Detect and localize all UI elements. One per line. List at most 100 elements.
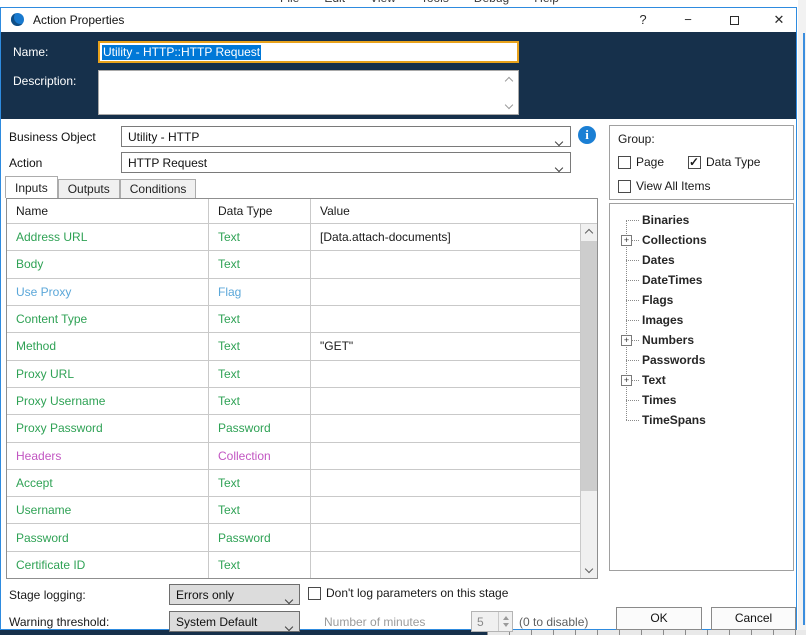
cell-type: Text <box>209 224 311 251</box>
maximize-icon[interactable] <box>719 8 749 32</box>
table-row[interactable]: Headers Collection <box>7 442 580 470</box>
checkbox-row-data-type[interactable]: Data Type <box>688 155 760 169</box>
table-row[interactable]: Address URL Text [Data.attach-documents] <box>7 224 580 252</box>
table-row[interactable]: Username Text <box>7 497 580 525</box>
business-object-dropdown[interactable]: Utility - HTTP <box>121 126 571 147</box>
cell-value[interactable] <box>311 552 580 578</box>
cell-value[interactable] <box>311 524 580 550</box>
table-scrollbar[interactable] <box>580 224 597 578</box>
warning-threshold-dropdown[interactable]: System Default <box>169 611 300 632</box>
cell-type: Text <box>209 360 311 387</box>
inputs-table-header: Name Data Type Value <box>7 199 597 224</box>
action-value: HTTP Request <box>128 155 208 170</box>
table-row[interactable]: Method Text "GET" <box>7 333 580 361</box>
tree-item-images[interactable]: Images <box>610 310 793 330</box>
expand-plus-icon[interactable]: + <box>621 335 632 346</box>
action-properties-dialog: Action Properties ? − ✕ Name: Utility - … <box>0 7 797 632</box>
checkbox-row-page[interactable]: Page <box>618 155 664 169</box>
tab-inputs[interactable]: Inputs <box>5 176 58 198</box>
name-label: Name: <box>13 45 49 59</box>
table-row[interactable]: Proxy Password Password <box>7 415 580 443</box>
table-row[interactable]: Password Password <box>7 524 580 552</box>
expand-plus-icon[interactable]: + <box>621 235 632 246</box>
cell-value[interactable] <box>311 279 580 305</box>
background-app-strip: File Edit View Tools Debug Help <box>0 0 806 7</box>
page-checkbox[interactable] <box>618 155 631 169</box>
cell-type: Text <box>209 305 311 333</box>
tab-outputs[interactable]: Outputs <box>57 179 120 198</box>
cell-value[interactable] <box>311 470 580 496</box>
table-row[interactable]: Content Type Text <box>7 305 580 334</box>
action-dropdown[interactable]: HTTP Request <box>121 152 571 173</box>
tree-item-dates[interactable]: Dates <box>610 250 793 270</box>
tree-item-timespans[interactable]: TimeSpans <box>610 410 793 430</box>
cell-name: Proxy Username <box>7 387 209 415</box>
menu-debug[interactable]: Debug <box>474 0 509 5</box>
tree-item-collections[interactable]: + Collections <box>610 230 793 250</box>
cancel-button[interactable]: Cancel <box>711 607 796 630</box>
menu-edit[interactable]: Edit <box>324 0 345 5</box>
table-row[interactable]: Certificate ID Text <box>7 551 580 579</box>
view-all-items-checkbox[interactable] <box>618 179 631 193</box>
tree-item-times[interactable]: Times <box>610 390 793 410</box>
tree-item-datetimes[interactable]: DateTimes <box>610 270 793 290</box>
cell-value[interactable] <box>311 361 580 387</box>
cell-value[interactable] <box>311 251 580 277</box>
menu-file[interactable]: File <box>280 0 299 5</box>
close-icon[interactable]: ✕ <box>764 8 794 32</box>
background-diagram-line <box>803 33 805 625</box>
data-type-tree: Binaries + Collections Dates DateTimes Flags I… <box>609 203 794 571</box>
tree-item-passwords[interactable]: Passwords <box>610 350 793 370</box>
scrollbar-thumb[interactable] <box>581 241 597 491</box>
cell-value[interactable] <box>311 388 580 414</box>
tree-item-flags[interactable]: Flags <box>610 290 793 310</box>
description-scroll-down-icon[interactable] <box>502 98 517 112</box>
description-input[interactable] <box>98 70 519 115</box>
cell-name: Password <box>7 524 209 551</box>
table-row[interactable]: Body Text <box>7 251 580 279</box>
title-bar[interactable]: Action Properties ? − ✕ <box>1 8 796 32</box>
cell-value[interactable] <box>311 306 580 332</box>
dont-log-checkbox[interactable] <box>308 586 321 600</box>
name-input[interactable]: Utility - HTTP::HTTP Request <box>98 41 519 63</box>
table-row[interactable]: Use Proxy Flag <box>7 278 580 306</box>
cell-value[interactable]: "GET" <box>311 333 580 359</box>
scroll-down-icon[interactable] <box>581 562 597 578</box>
cell-value[interactable] <box>311 415 580 441</box>
table-row[interactable]: Proxy URL Text <box>7 360 580 388</box>
cell-value[interactable] <box>311 497 580 523</box>
expand-plus-icon[interactable]: + <box>621 375 632 386</box>
description-scroll-up-icon[interactable] <box>502 73 517 87</box>
tree-connector <box>626 280 639 281</box>
cell-name: Use Proxy <box>7 278 209 305</box>
stage-logging-value: Errors only <box>176 587 235 602</box>
cell-value[interactable]: [Data.attach-documents] <box>311 224 580 250</box>
info-icon[interactable]: i <box>578 126 596 144</box>
table-row[interactable]: Accept Text <box>7 469 580 498</box>
column-header-data-type: Data Type <box>209 199 311 223</box>
menu-view[interactable]: View <box>370 0 396 5</box>
dont-log-checkbox-row[interactable]: Don't log parameters on this stage <box>308 586 508 600</box>
menu-tools[interactable]: Tools <box>421 0 449 5</box>
data-type-checkbox[interactable] <box>688 155 701 169</box>
scroll-up-icon[interactable] <box>581 224 597 240</box>
help-icon[interactable]: ? <box>628 8 658 32</box>
tree-item-text[interactable]: + Text <box>610 370 793 390</box>
cell-name: Content Type <box>7 305 209 333</box>
minimize-icon[interactable]: − <box>673 8 703 32</box>
tab-conditions[interactable]: Conditions <box>119 179 197 198</box>
cell-value[interactable] <box>311 443 580 469</box>
stage-logging-dropdown[interactable]: Errors only <box>169 584 300 605</box>
checkbox-row-view-all-items[interactable]: View All Items <box>618 179 710 193</box>
background-bottom-ruler <box>487 630 806 635</box>
tree-item-binaries[interactable]: Binaries <box>610 210 793 230</box>
cell-type: Text <box>209 251 311 278</box>
tree-item-label: TimeSpans <box>642 413 706 427</box>
cell-type: Text <box>209 469 311 497</box>
tree-item-numbers[interactable]: + Numbers <box>610 330 793 350</box>
tree-connector <box>626 400 639 401</box>
ok-button[interactable]: OK <box>616 607 702 630</box>
table-row[interactable]: Proxy Username Text <box>7 387 580 416</box>
menu-help[interactable]: Help <box>534 0 559 5</box>
stepper-down-icon <box>502 623 509 627</box>
